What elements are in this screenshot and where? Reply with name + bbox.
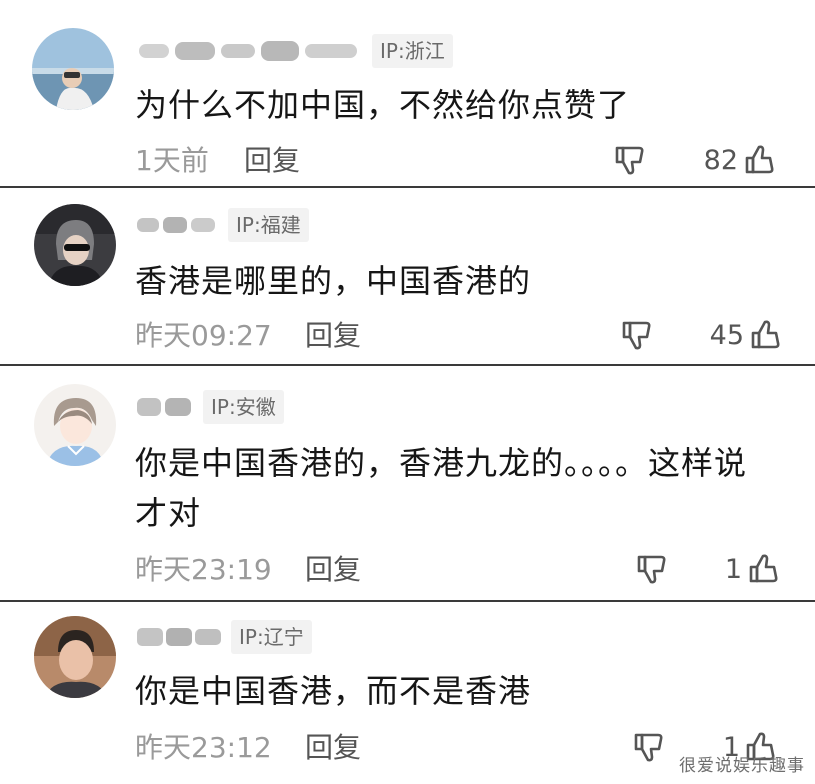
user-avatar[interactable] [34,616,116,698]
thumbs-up-icon[interactable] [747,551,781,585]
thumbs-down-icon[interactable] [620,319,654,353]
comment-text: 香港是哪里的，中国香港的 [135,262,532,300]
user-avatar[interactable] [32,28,114,110]
avatar-photo-woman-icon [34,204,116,286]
comment-item: IP:福建 香港是哪里的，中国香港的 昨天09:27 回复 45 [0,188,815,364]
comment-text: 你是中国香港，而不是香港 [135,672,532,710]
watermark-text: 很爱说娱乐趣事 [679,756,805,776]
comment-timestamp: 1天前 [135,144,209,177]
comment-item: IP:安徽 你是中国香港的，香港九龙的。。。。这样说才对 昨天23:19 回复 … [0,366,815,600]
reply-button[interactable]: 回复 [244,143,300,179]
ip-location-badge: IP:福建 [228,208,309,242]
ip-location-badge: IP:浙江 [372,34,453,68]
username-blurred[interactable] [135,38,363,64]
thumbs-down-icon[interactable] [635,553,669,587]
user-avatar[interactable] [34,384,116,466]
avatar-cartoon-boy-icon [34,384,116,466]
like-count: 1 [724,554,742,585]
thumbs-down-icon[interactable] [632,731,666,765]
comment-text: 你是中国香港的，香港九龙的。。。。这样说才对 [135,444,748,532]
reply-button[interactable]: 回复 [305,552,361,588]
comment-timestamp: 昨天09:27 [135,319,272,352]
avatar-photo-man-icon [34,616,116,698]
username-blurred[interactable] [135,624,223,650]
like-count: 45 [709,320,744,351]
comment-text: 为什么不加中国，不然给你点赞了 [135,86,631,124]
comment-timestamp: 昨天23:12 [135,731,272,764]
thumbs-down-icon[interactable] [613,144,647,178]
like-count: 82 [703,145,738,176]
thumbs-up-icon[interactable] [749,317,783,351]
avatar-photo-sea-icon [32,28,114,110]
ip-location-badge: IP:安徽 [203,390,284,424]
comment-item: IP:浙江 为什么不加中国，不然给你点赞了 1天前 回复 82 [0,0,815,187]
username-blurred[interactable] [135,212,217,238]
user-avatar[interactable] [34,204,116,286]
username-blurred[interactable] [135,394,193,420]
reply-button[interactable]: 回复 [305,730,361,766]
comment-timestamp: 昨天23:19 [135,553,272,586]
reply-button[interactable]: 回复 [305,318,361,354]
thumbs-up-icon[interactable] [743,142,777,176]
ip-location-badge: IP:辽宁 [231,620,312,654]
